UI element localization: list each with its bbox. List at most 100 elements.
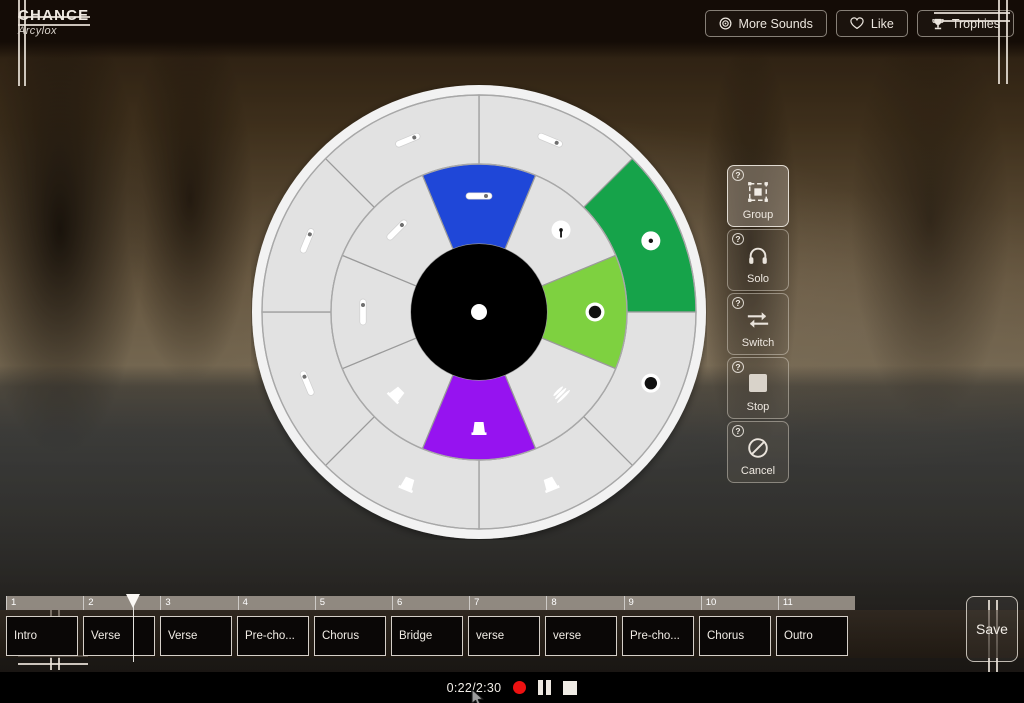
timeline-clip[interactable]: Pre-cho... xyxy=(237,616,309,656)
timeline-clip[interactable]: Outro xyxy=(776,616,848,656)
switch-arrows-icon xyxy=(728,309,788,331)
page-title: CHANCE xyxy=(18,7,90,24)
ruler-mark-label: 10 xyxy=(705,597,717,608)
more-sounds-button[interactable]: More Sounds xyxy=(704,10,827,37)
stop-label: Stop xyxy=(746,401,770,413)
timeline[interactable]: 1 2 3 4 5 6 7 8 9 10 11 Intro Verse Verse Pre-cho... C… xyxy=(0,594,1024,662)
ruler-mark-label: 11 xyxy=(782,597,793,608)
ruler-mark-10[interactable]: 10 xyxy=(700,596,778,610)
wheel-center-dot xyxy=(471,304,487,320)
group-button[interactable]: ? Group xyxy=(727,165,789,227)
like-button[interactable]: Like xyxy=(835,10,908,37)
timeline-clip[interactable]: verse xyxy=(468,616,540,656)
radial-sound-wheel[interactable] xyxy=(251,84,707,540)
cancel-label: Cancel xyxy=(740,465,776,477)
frame-line-bl-h2 xyxy=(18,663,88,665)
solo-label: Solo xyxy=(746,273,770,285)
trophies-label: Trophies xyxy=(951,16,1000,31)
help-icon-switch[interactable]: ? xyxy=(732,297,744,309)
brand: CHANCE Arcylox xyxy=(18,8,89,38)
timeline-clip-label: Outro xyxy=(784,630,813,642)
switch-button[interactable]: ? Switch xyxy=(727,293,789,355)
wheel-inner-seg6-slider-icon xyxy=(359,298,367,326)
ruler-mark-7[interactable]: 7 xyxy=(469,596,546,610)
help-icon-group[interactable]: ? xyxy=(732,169,744,181)
app-header: CHANCE Arcylox More Sounds Like Trophies xyxy=(0,0,1024,56)
timeline-clip-label: Pre-cho... xyxy=(245,630,295,642)
ruler-mark-6[interactable]: 6 xyxy=(391,596,469,610)
more-sounds-label: More Sounds xyxy=(738,16,813,31)
timeline-clip[interactable]: Verse xyxy=(160,616,232,656)
ruler-mark-label: 4 xyxy=(242,597,248,608)
wheel-outer-seg1-white-dot xyxy=(641,231,661,251)
save-button[interactable]: Save xyxy=(966,596,1018,662)
pause-bars-icon xyxy=(538,680,552,695)
cancel-button[interactable]: ? Cancel xyxy=(727,421,789,483)
timeline-clip-label: Verse xyxy=(91,630,121,642)
pause-button[interactable] xyxy=(538,680,552,695)
help-icon-cancel[interactable]: ? xyxy=(732,425,744,437)
timeline-clip[interactable]: Bridge xyxy=(391,616,463,656)
time-display: 0:22/2:30 xyxy=(446,680,502,695)
headphones-icon xyxy=(728,245,788,267)
ruler-mark-3[interactable]: 3 xyxy=(160,596,237,610)
ruler-mark-2[interactable]: 2 xyxy=(83,596,160,610)
transport-controls: 0:22/2:30 xyxy=(447,680,578,695)
ruler-mark-4[interactable]: 4 xyxy=(237,596,315,610)
timeline-clip-label: Bridge xyxy=(399,630,433,642)
ruler-mark-label: 9 xyxy=(628,597,634,608)
wheel-inner-seg0-slider-icon xyxy=(465,192,493,200)
disc-icon xyxy=(719,17,732,30)
ruler-mark-label: 2 xyxy=(88,597,94,608)
timeline-clip[interactable]: verse xyxy=(545,616,617,656)
ruler-mark-label: 6 xyxy=(396,597,403,608)
timeline-clip[interactable]: Chorus xyxy=(699,616,771,656)
ruler-mark-8[interactable]: 8 xyxy=(546,596,623,610)
save-label: Save xyxy=(976,621,1008,637)
heart-icon xyxy=(850,17,864,30)
timeline-clip[interactable]: Pre-cho... xyxy=(622,616,694,656)
timeline-clip[interactable]: Verse xyxy=(83,616,155,656)
timeline-clip-label: Intro xyxy=(14,630,38,642)
no-entry-icon xyxy=(728,437,788,459)
wheel-inner-seg2-black-dot xyxy=(585,302,605,322)
ruler-mark-label: 5 xyxy=(319,597,326,608)
stop-square-icon xyxy=(728,373,788,393)
stop-button[interactable]: ? Stop xyxy=(727,357,789,419)
ruler-mark-label: 8 xyxy=(551,597,557,608)
ruler-mark-label: 7 xyxy=(474,597,480,608)
wheel-inner-seg1-white-pin xyxy=(551,220,571,240)
transport-bar: 0:22/2:30 xyxy=(0,672,1024,703)
switch-label: Switch xyxy=(741,337,775,349)
timeline-clip-label: Chorus xyxy=(707,630,745,642)
ruler-mark-5[interactable]: 5 xyxy=(314,596,392,610)
ruler-mark-label: 3 xyxy=(165,597,171,608)
stop-transport-button[interactable] xyxy=(563,680,578,695)
ruler-mark-9[interactable]: 9 xyxy=(623,596,701,610)
ruler-mark-11[interactable]: 11 xyxy=(777,596,855,610)
timeline-clip-label: Chorus xyxy=(322,630,360,642)
trophies-button[interactable]: Trophies xyxy=(916,10,1014,37)
timeline-clip[interactable]: Intro xyxy=(6,616,78,656)
stop-square-transport-icon xyxy=(563,680,578,695)
group-label: Group xyxy=(742,209,774,221)
help-icon-stop[interactable]: ? xyxy=(732,361,744,373)
app-root: CHANCE Arcylox More Sounds Like Trophies… xyxy=(0,0,1024,703)
page-subtitle: Arcylox xyxy=(18,25,57,37)
ruler-mark-label: 1 xyxy=(11,597,17,608)
timeline-clip[interactable]: Chorus xyxy=(314,616,386,656)
record-dot-icon xyxy=(513,681,527,694)
group-select-icon xyxy=(728,181,788,203)
ruler-mark-1[interactable]: 1 xyxy=(6,596,83,610)
playhead-handle-icon[interactable] xyxy=(126,594,140,608)
timeline-clip-label: verse xyxy=(553,630,582,642)
timeline-clip-label: Verse xyxy=(168,630,198,642)
timeline-playhead[interactable] xyxy=(126,594,140,662)
trophy-icon xyxy=(931,17,945,31)
record-button[interactable] xyxy=(513,681,527,694)
timeline-clip-label: Pre-cho... xyxy=(630,630,680,642)
timeline-clip-label: verse xyxy=(476,630,505,642)
action-rail: ? Group ? Solo ? Switch ? Stop ? Cancel xyxy=(727,165,789,485)
solo-button[interactable]: ? Solo xyxy=(727,229,789,291)
help-icon-solo[interactable]: ? xyxy=(732,233,744,245)
